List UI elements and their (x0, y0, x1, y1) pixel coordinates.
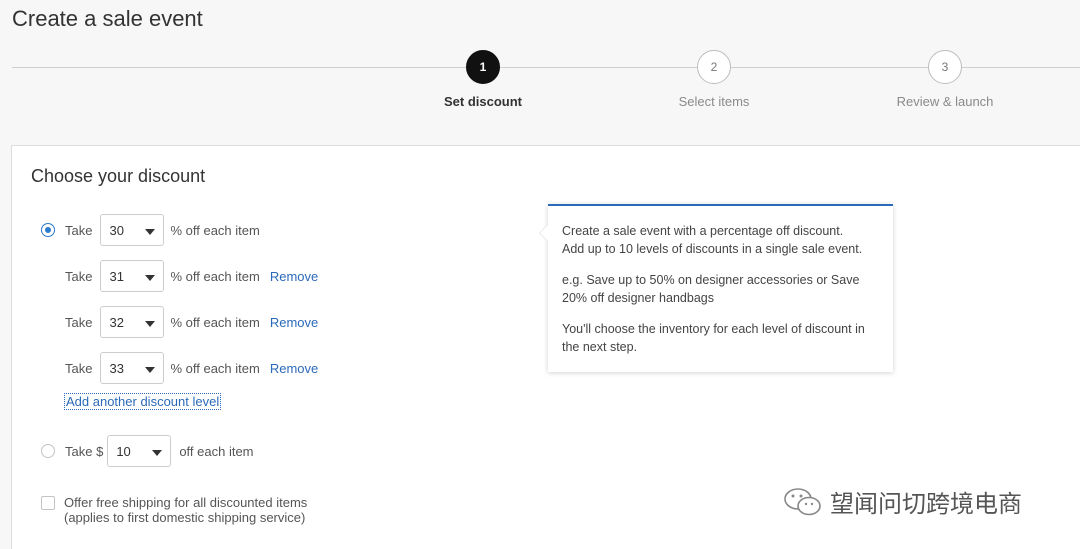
remove-level-4-link[interactable]: Remove (270, 361, 318, 376)
tooltip-text: e.g. Save up to 50% on designer accessor… (562, 273, 860, 287)
select-value: 33 (109, 360, 124, 376)
dollar-off-row: Take $ 10 off each item (41, 435, 254, 467)
chevron-down-icon (145, 366, 156, 373)
select-value: 10 (116, 443, 131, 459)
discount-level-row: Take 33 % off each item Remove (65, 352, 318, 384)
free-shipping-row: Offer free shipping for all discounted i… (41, 495, 307, 527)
tooltip-paragraph: You'll choose the inventory for each lev… (562, 320, 879, 356)
tooltip-text: Add up to 10 levels of discounts in a si… (562, 242, 863, 256)
free-shipping-label: Offer free shipping for all discounted i… (64, 495, 307, 525)
percent-off-radio[interactable] (41, 223, 55, 237)
discount-level-row: Take 30 % off each item (41, 214, 260, 246)
suffix-label: % off each item (170, 314, 260, 330)
step-label: Review & launch (896, 94, 994, 109)
watermark: 望闻问切跨境电商 (782, 484, 1022, 519)
suffix-label: % off each item (170, 222, 260, 238)
discount-select-level-4[interactable]: 33 (100, 352, 165, 384)
step-label: Select items (678, 94, 750, 109)
suffix-label: off each item (179, 443, 254, 459)
tooltip-paragraph: Create a sale event with a percentage of… (562, 222, 879, 258)
step-number: 2 (697, 50, 731, 84)
step-set-discount: 1 Set discount (403, 50, 563, 109)
select-value: 31 (109, 268, 124, 284)
discount-help-tooltip: Create a sale event with a percentage of… (539, 204, 893, 372)
card-title: Choose your discount (31, 166, 206, 186)
remove-level-3-link[interactable]: Remove (270, 315, 318, 330)
remove-level-2-link[interactable]: Remove (270, 269, 318, 284)
take-dollar-label: Take $ (65, 443, 104, 459)
suffix-label: % off each item (170, 268, 260, 284)
step-number: 3 (928, 50, 962, 84)
shipping-line-2: (applies to first domestic shipping serv… (64, 510, 306, 525)
progress-stepper: 1 Set discount 2 Select items 3 Review &… (0, 0, 1080, 140)
step-label: Set discount (443, 94, 522, 109)
discount-select-level-2[interactable]: 31 (100, 260, 165, 292)
shipping-line-1: Offer free shipping for all discounted i… (64, 495, 308, 510)
take-label: Take (65, 360, 93, 376)
chevron-down-icon (145, 228, 156, 235)
wechat-icon (782, 486, 824, 518)
discount-level-row: Take 31 % off each item Remove (65, 260, 318, 292)
discount-select-level-3[interactable]: 32 (100, 306, 165, 338)
select-value: 30 (109, 222, 124, 238)
take-label: Take (65, 222, 93, 238)
free-shipping-checkbox[interactable] (41, 496, 55, 510)
step-review-launch[interactable]: 3 Review & launch (865, 50, 1025, 109)
select-value: 32 (109, 314, 124, 330)
take-label: Take (65, 268, 93, 284)
watermark-text: 望闻问切跨境电商 (830, 490, 1022, 518)
tooltip-text: 20% off designer handbags (562, 291, 714, 305)
dollar-off-radio[interactable] (41, 444, 55, 458)
chevron-down-icon (145, 274, 156, 281)
add-discount-level-link[interactable]: Add another discount level (64, 393, 222, 410)
dollar-amount-select[interactable]: 10 (107, 435, 172, 467)
chevron-down-icon (145, 320, 156, 327)
tooltip-text: You'll choose the inventory for each lev… (562, 322, 865, 336)
discount-level-row: Take 32 % off each item Remove (65, 306, 318, 338)
chevron-down-icon (152, 449, 163, 456)
step-number: 1 (466, 50, 500, 84)
take-label: Take (65, 314, 93, 330)
suffix-label: % off each item (170, 360, 260, 376)
tooltip-text: the next step. (562, 340, 638, 354)
step-select-items[interactable]: 2 Select items (634, 50, 794, 109)
tooltip-text: Create a sale event with a percentage of… (562, 224, 844, 238)
discount-select-level-1[interactable]: 30 (100, 214, 165, 246)
tooltip-paragraph: e.g. Save up to 50% on designer accessor… (562, 271, 879, 307)
